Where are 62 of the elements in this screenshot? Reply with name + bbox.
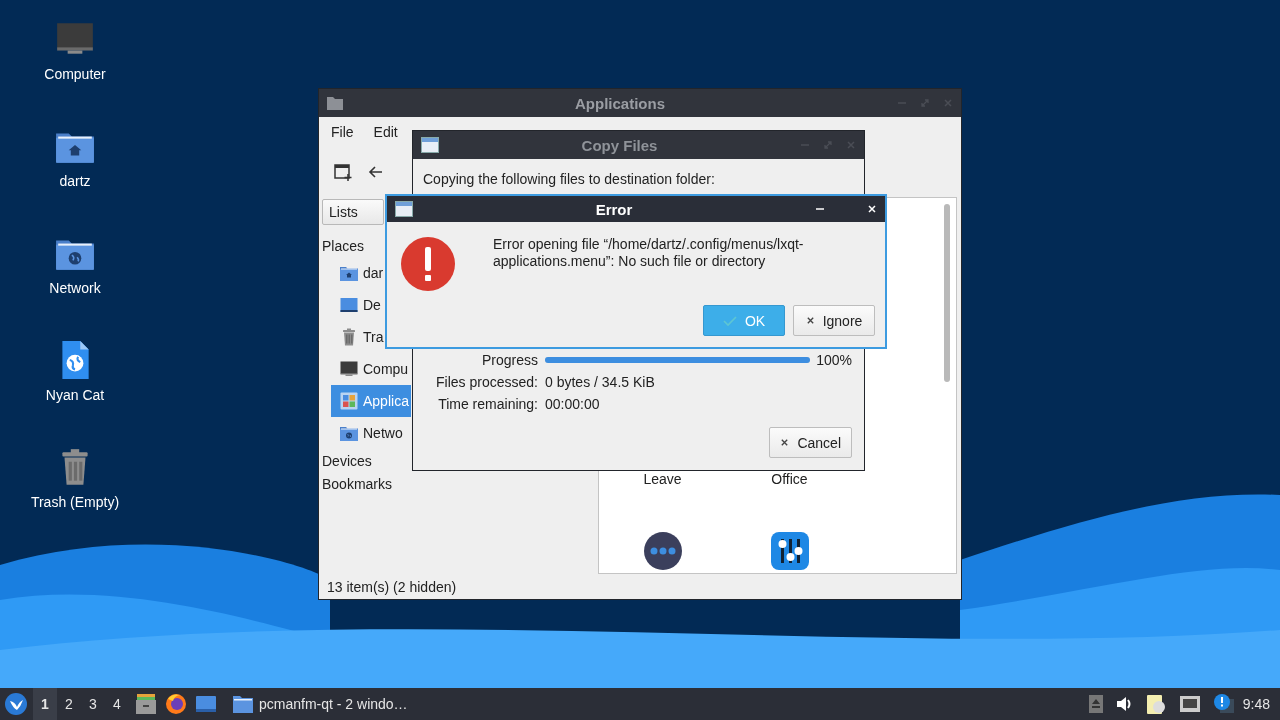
applications-icon[interactable] (339, 391, 359, 411)
dialog-title: Copy Files (580, 136, 659, 154)
menu-item[interactable]: Edit (363, 124, 408, 140)
taskbar-task[interactable]: pcmanfm-qt - 2 windo… (229, 688, 412, 720)
detail-value: 0 bytes / 34.5 KiB (545, 374, 656, 390)
status-text: 13 item(s) (2 hidden) (326, 578, 458, 597)
close-icon[interactable] (805, 316, 815, 325)
workspace-button[interactable]: 1 (33, 688, 57, 720)
new-window-icon[interactable] (333, 162, 353, 182)
sliders-icon[interactable] (769, 531, 810, 571)
window-title: Applications (574, 94, 666, 112)
menu-item[interactable]: File (321, 124, 364, 140)
dots-icon[interactable] (642, 531, 683, 571)
desktop-icon[interactable] (195, 694, 217, 714)
file-label[interactable]: Office (771, 472, 808, 487)
sidebar-item[interactable]: Tra (331, 321, 386, 353)
sidebar-item[interactable]: Netwo (331, 417, 405, 449)
eject-icon[interactable] (1088, 695, 1103, 713)
monitor-icon[interactable] (339, 359, 359, 379)
desktop-icon-label[interactable]: dartz (59, 173, 91, 189)
sidebar-item[interactable]: Compu (331, 353, 411, 385)
sidebar-heading[interactable]: Places (322, 234, 365, 257)
workspace-button[interactable]: 4 (105, 688, 129, 720)
error-icon (401, 237, 455, 291)
clock[interactable]: 9:48 (1242, 696, 1270, 712)
desktop-icon-label[interactable]: Trash (Empty) (30, 494, 120, 510)
window-icon (421, 137, 439, 153)
start-menu-icon[interactable] (5, 693, 27, 715)
view-mode-dropdown[interactable]: Lists (322, 199, 384, 225)
progress-reading: 100% (816, 352, 852, 368)
browser-icon[interactable] (165, 693, 187, 715)
detail-label: Files processed: (435, 374, 538, 390)
dialog-button[interactable]: Cancel (769, 427, 852, 458)
workspace-button[interactable]: 3 (81, 688, 105, 720)
folder-icon (233, 695, 253, 713)
close-icon[interactable] (780, 438, 790, 447)
error-message: Error opening file “/home/dartz/.config/menus/lxqt-applications.menu”: No such file or directory (493, 235, 805, 271)
clipboard-icon[interactable] (1144, 693, 1167, 715)
detail-label: Time remaining: (437, 396, 538, 412)
workspace-button[interactable]: 2 (57, 688, 81, 720)
desktop-icon-label[interactable]: Network (49, 280, 101, 296)
file-label[interactable]: Leave (643, 472, 682, 487)
desktop-icon-label[interactable]: Nyan Cat (45, 387, 105, 403)
folder-icon (327, 96, 343, 110)
dialog-title: Error (594, 200, 634, 218)
scrollbar-thumb[interactable] (944, 204, 950, 382)
copy-message: Copying the following files to destination folder: (423, 171, 716, 187)
network-port-icon[interactable] (1178, 694, 1201, 714)
dialog-button[interactable]: Ignore (793, 305, 875, 336)
sidebar-heading[interactable]: Devices (322, 449, 372, 472)
desktop-icon[interactable] (339, 295, 359, 315)
volume-icon[interactable] (1114, 695, 1133, 713)
desktop-icon-label[interactable]: Computer (44, 66, 106, 82)
sidebar-heading[interactable]: Bookmarks (322, 472, 393, 495)
progress-label: Progress (480, 352, 538, 368)
notification-icon[interactable] (1212, 693, 1235, 715)
sidebar-item[interactable]: dar (331, 257, 386, 289)
window-icon (395, 201, 413, 217)
detail-value: 00:00:00 (545, 396, 601, 412)
sidebar-item[interactable]: De (331, 289, 383, 321)
check-icon (722, 314, 737, 327)
file-cabinet-icon[interactable] (135, 693, 157, 715)
